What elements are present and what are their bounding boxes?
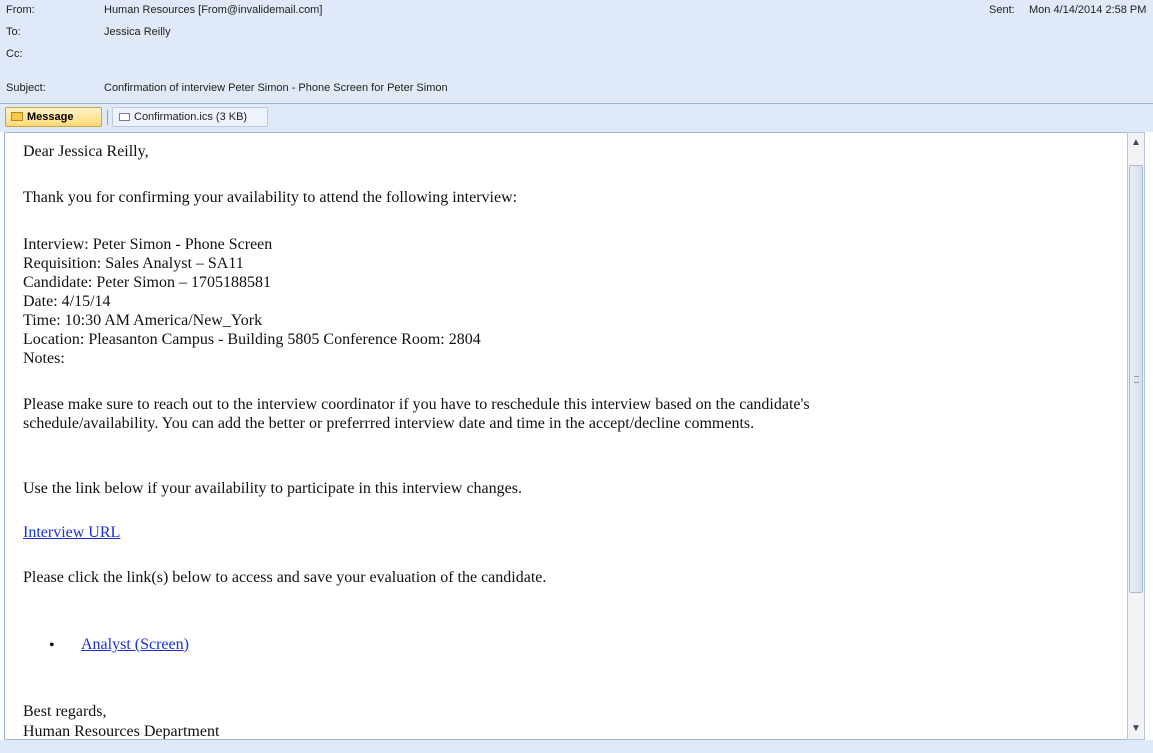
subject-label: Subject: [6,82,46,94]
closing-text: Best regards, [23,703,107,720]
from-row: From: Human Resources [From@invalidemail… [0,0,1153,20]
scroll-up-arrow-icon[interactable]: ▲ [1128,133,1144,153]
tab-separator [107,110,108,125]
interview-url-link[interactable]: Interview URL [23,524,120,541]
bullet-marker: • [49,637,55,654]
detail-date: Date: 4/15/14 [23,293,111,310]
intro-text: Thank you for confirming your availabili… [23,189,518,206]
vertical-scrollbar[interactable]: ▲ ▼ [1127,132,1145,740]
scrollbar-thumb[interactable] [1129,165,1143,593]
message-tabs: Message Confirmation.ics (3 KB) [0,105,1153,129]
greeting: Dear Jessica Reilly, [23,143,149,160]
sent-value: Mon 4/14/2014 2:58 PM [1029,4,1147,16]
sent-label: Sent: [989,4,1015,16]
detail-location: Location: Pleasanton Campus - Building 5… [23,331,481,348]
link-intro-text: Use the link below if your availability … [23,480,522,497]
analyst-screen-link[interactable]: Analyst (Screen) [81,636,189,653]
scroll-down-arrow-icon[interactable]: ▼ [1128,719,1144,739]
from-label: From: [6,4,35,16]
envelope-icon [11,112,23,121]
cc-label: Cc: [6,48,23,60]
tab-message-label: Message [27,111,74,123]
attachment-label: Confirmation.ics (3 KB) [134,111,248,123]
detail-candidate: Candidate: Peter Simon – 1705188581 [23,274,271,291]
scrollbar-grip-icon [1134,376,1139,383]
window-bottom-border [0,740,1153,753]
signature-text: Human Resources Department [23,723,220,740]
reschedule-text-line2: schedule/availability. You can add the b… [23,415,755,432]
to-label: To: [6,26,21,38]
eval-intro-text: Please click the link(s) below to access… [23,569,547,586]
tab-attachment[interactable]: Confirmation.ics (3 KB) [112,107,268,127]
to-row: To: Jessica Reilly [0,22,1153,42]
message-body[interactable]: Dear Jessica Reilly, Thank you for confi… [4,132,1131,740]
to-value[interactable]: Jessica Reilly [104,22,171,42]
cc-row: Cc: [0,44,1153,64]
detail-interview: Interview: Peter Simon - Phone Screen [23,236,273,253]
calendar-file-icon [119,113,130,121]
message-header: From: Human Resources [From@invalidemail… [0,0,1153,132]
reschedule-text-line1: Please make sure to reach out to the int… [23,396,810,413]
detail-requisition: Requisition: Sales Analyst – SA11 [23,255,244,272]
tab-message[interactable]: Message [5,107,102,127]
subject-value: Confirmation of interview Peter Simon - … [104,82,448,94]
from-value[interactable]: Human Resources [From@invalidemail.com] [104,0,322,20]
detail-time: Time: 10:30 AM America/New_York [23,312,263,329]
header-divider [0,103,1153,104]
subject-row: Subject: Confirmation of interview Peter… [0,78,1153,98]
detail-notes: Notes: [23,350,65,367]
